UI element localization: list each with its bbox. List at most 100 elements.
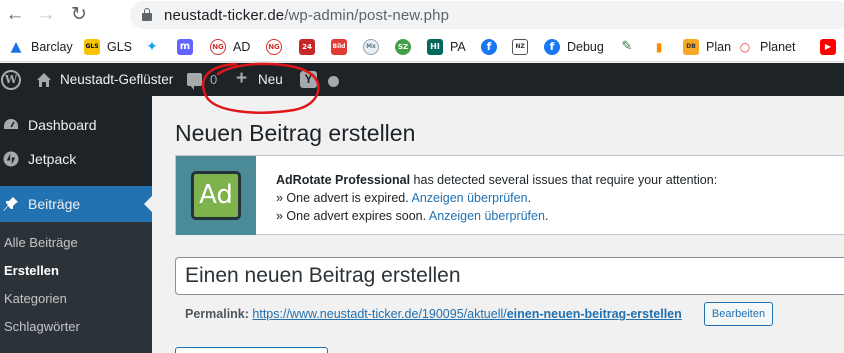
bookmark-twitter[interactable]: ✦ [144, 38, 160, 56]
sidebar-item-label: Beiträge [28, 196, 81, 212]
bookmark-sz[interactable]: SZ [395, 38, 411, 56]
notice-line-1: » One advert is expired. [276, 191, 412, 205]
wp-admin-bar: W Neustadt-Geflüster 0 + Neu Y [0, 63, 844, 96]
bookmark-barclay[interactable]: ▲ Barclay [8, 38, 73, 56]
lock-icon[interactable] [142, 8, 152, 21]
notice-line-2: » One advert expires soon. [276, 209, 429, 223]
dashboard-icon [4, 119, 18, 129]
db-icon: DB [683, 39, 699, 55]
adrotate-notice: Ad AdRotate Professional has detected se… [175, 155, 844, 235]
pencil-icon: ✎ [621, 39, 633, 54]
bookmark-facebook[interactable]: f [481, 38, 497, 56]
comment-icon[interactable] [187, 73, 202, 90]
notice-plugin-name: AdRotate Professional [276, 173, 411, 187]
notice-dot: . [544, 209, 549, 223]
sidebar-item-dashboard[interactable]: Dashboard [0, 108, 152, 142]
eagle-icon: ▲ [10, 39, 22, 55]
post-title-input[interactable]: Einen neuen Beitrag erstellen [175, 257, 844, 295]
bookmark-pencil[interactable]: ✎ [619, 38, 635, 56]
sz-icon: SZ [395, 39, 411, 55]
notice-logo-panel: Ad [176, 156, 256, 235]
notice-dot: . [527, 191, 532, 205]
bookmark-label: PA [450, 40, 466, 54]
chart-icon: ▮ [655, 40, 663, 54]
bookmark-newspaper[interactable]: NZ [512, 38, 528, 56]
bookmark-news[interactable]: Mx [363, 38, 379, 56]
gls-icon: GLS [84, 39, 100, 55]
facebook-icon: f [481, 39, 497, 55]
bookmark-mastodon[interactable]: m [177, 38, 193, 56]
sidebar-item-jetpack[interactable]: Jetpack [0, 142, 152, 176]
bookmark-ng[interactable]: NG [266, 38, 282, 56]
news-icon: Mx [363, 39, 379, 55]
permalink-base: https://www.neustadt-ticker.de/190095/ak… [252, 307, 507, 321]
url-text[interactable]: neustadt-ticker.de/wp-admin/post-new.php [164, 7, 449, 24]
edit-permalink-button[interactable]: Bearbeiten [704, 302, 773, 326]
bookmark-label: Plan [706, 40, 732, 54]
permalink-slug: einen-neuen-beitrag-erstellen [506, 307, 682, 321]
adrotate-logo-icon: Ad [191, 171, 241, 220]
seo-status-dot-icon [328, 76, 339, 87]
bookmark-pa[interactable]: HI PA [427, 38, 466, 56]
tv24-icon: 24 [299, 39, 315, 55]
address-bar[interactable]: neustadt-ticker.de/wp-admin/post-new.php [130, 1, 844, 29]
wordpress-logo-icon[interactable]: W [1, 70, 21, 90]
url-path: /wp-admin/post-new.php [284, 7, 450, 24]
notice-message-text: has detected several issues that require… [410, 173, 718, 187]
sidebar-item-label: Dashboard [28, 117, 97, 133]
youtube-icon: ▶ [820, 39, 836, 55]
new-content-button[interactable]: Neu [258, 72, 283, 87]
bookmarks-bar: ▲ Barclay GLS GLS ✦ m NG AD NG 24 Bild M… [0, 32, 844, 62]
bookmark-planet[interactable]: ○ Planet [737, 38, 796, 56]
bookmark-ad[interactable]: NG AD [210, 38, 250, 56]
review-ads-link[interactable]: Anzeigen überprüfen [412, 191, 528, 205]
permalink-link[interactable]: https://www.neustadt-ticker.de/190095/ak… [252, 307, 681, 321]
reload-icon[interactable]: ↻ [67, 3, 91, 27]
post-title-value: Einen neuen Beitrag erstellen [185, 264, 461, 287]
permalink-row: Permalink: https://www.neustadt-ticker.d… [185, 307, 682, 321]
site-name-link[interactable]: Neustadt-Geflüster [60, 72, 173, 87]
submenu-categories[interactable]: Kategorien [4, 291, 67, 306]
bookmark-tv24[interactable]: 24 [299, 38, 315, 56]
mastodon-icon: m [177, 39, 193, 55]
back-arrow-icon[interactable]: ← [3, 3, 27, 27]
bookmark-label: Barclay [31, 40, 73, 54]
bild-icon: Bild [331, 39, 347, 55]
submenu-add-new[interactable]: Erstellen [4, 263, 59, 278]
bookmark-plan[interactable]: DB Plan [683, 38, 731, 56]
planet-icon: ○ [739, 40, 751, 54]
adrotate-logo-text: Ad [199, 180, 233, 210]
newspaper-icon: NZ [512, 39, 528, 55]
bookmark-label: Planet [760, 40, 796, 54]
submenu-all-posts[interactable]: Alle Beiträge [4, 235, 78, 250]
yoast-icon[interactable]: Y [300, 71, 317, 88]
forward-arrow-icon[interactable]: → [34, 3, 58, 27]
bookmark-youtube[interactable]: ▶ [820, 38, 836, 56]
page-title: Neuen Beitrag erstellen [175, 120, 416, 146]
home-icon[interactable] [36, 72, 52, 88]
admin-sidebar: Dashboard Jetpack Beiträge Alle Beiträge… [0, 96, 152, 353]
ng-icon: NG [266, 39, 282, 55]
twitter-icon: ✦ [146, 39, 158, 55]
bookmark-debug[interactable]: f Debug [544, 38, 604, 56]
pa-icon: HI [427, 39, 443, 55]
review-ads-link[interactable]: Anzeigen überprüfen [429, 209, 545, 223]
sidebar-item-posts[interactable]: Beiträge [0, 186, 152, 222]
comment-count[interactable]: 0 [210, 72, 217, 87]
bookmark-bild[interactable]: Bild [331, 38, 347, 56]
submenu-tags[interactable]: Schlagwörter [4, 319, 80, 334]
bookmark-label: AD [233, 40, 251, 54]
permalink-label: Permalink: [185, 307, 249, 321]
pushpin-icon [3, 197, 18, 211]
sidebar-item-label: Jetpack [28, 151, 77, 167]
plus-icon[interactable]: + [236, 69, 247, 88]
bookmark-gls[interactable]: GLS GLS [84, 38, 132, 56]
url-host: neustadt-ticker.de [164, 7, 285, 24]
bookmark-label: Debug [567, 40, 604, 54]
ng-icon: NG [210, 39, 226, 55]
facebook-icon: f [544, 39, 560, 55]
browser-toolbar: ← → ↻ neustadt-ticker.de/wp-admin/post-n… [0, 0, 844, 32]
add-media-button[interactable] [175, 347, 328, 353]
bookmark-chart[interactable]: ▮ [651, 38, 667, 56]
posts-submenu: Alle Beiträge Erstellen Kategorien Schla… [0, 222, 152, 353]
